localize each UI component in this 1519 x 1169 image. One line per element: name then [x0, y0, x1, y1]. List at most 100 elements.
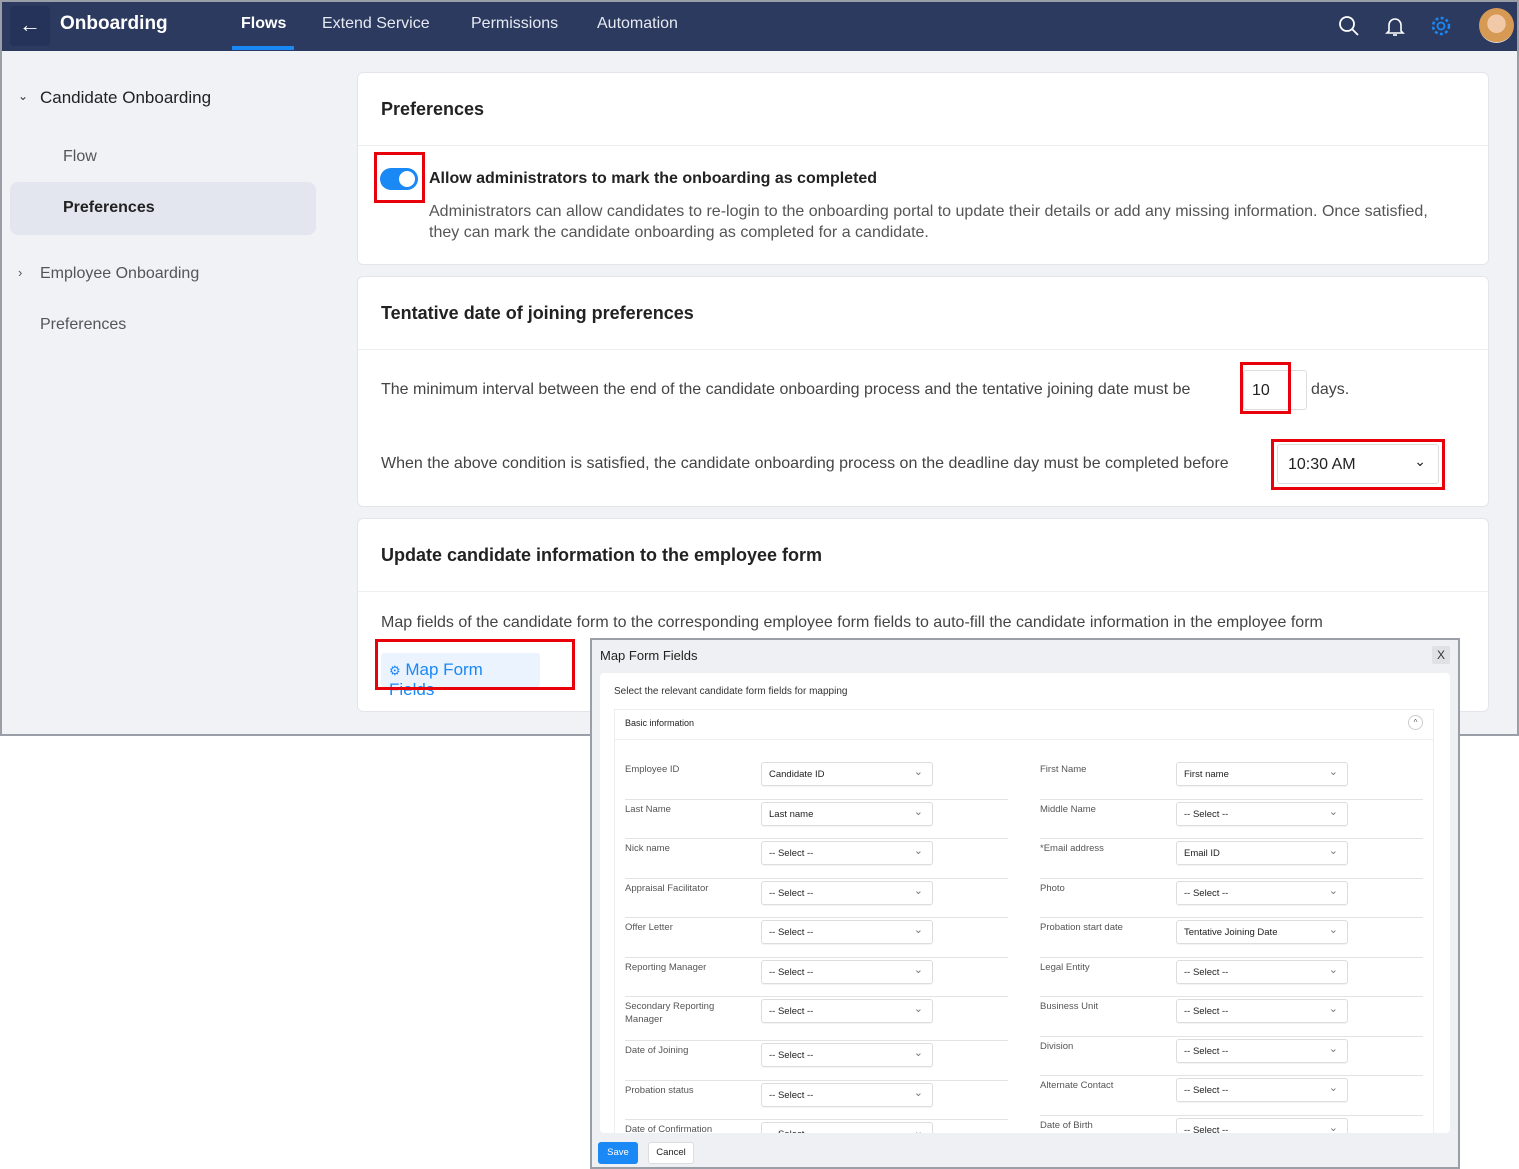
field-row: Date of Birth -- Select --	[1040, 1116, 1423, 1133]
modal-description: Select the relevant candidate form field…	[614, 686, 848, 697]
sidebar-item-flow[interactable]: Flow	[63, 148, 97, 166]
avatar[interactable]	[1479, 8, 1514, 43]
highlight-box	[374, 152, 425, 203]
field-select[interactable]: -- Select --	[761, 1122, 933, 1133]
close-icon[interactable]: X	[1432, 646, 1450, 664]
field-row: Date of Confirmation -- Select --	[625, 1120, 1008, 1133]
field-label: Reporting Manager	[625, 961, 707, 973]
field-row: Reporting Manager -- Select --	[625, 958, 1008, 997]
cancel-button[interactable]: Cancel	[648, 1142, 694, 1164]
active-tab-indicator	[232, 46, 294, 50]
field-row: Alternate Contact -- Select --	[1040, 1076, 1423, 1116]
sidebar-selected-bg	[10, 182, 316, 235]
field-label: Date of Joining	[625, 1045, 689, 1056]
field-label: Probation status	[625, 1084, 694, 1096]
chevron-up-icon[interactable]: ^	[1408, 715, 1423, 730]
field-select[interactable]: -- Select --	[1176, 959, 1348, 984]
tab-flows[interactable]: Flows	[241, 15, 286, 33]
gear-icon[interactable]	[1429, 14, 1453, 38]
field-select[interactable]: -- Select --	[761, 1043, 933, 1067]
field-label: Secondary Reporting Manager	[625, 1001, 715, 1025]
field-row: Legal Entity -- Select --	[1040, 958, 1423, 997]
field-select[interactable]: -- Select --	[1176, 1078, 1348, 1102]
map-form-fields-modal: Map Form Fields X Select the relevant ca…	[590, 638, 1460, 1169]
field-select[interactable]: Email ID	[1176, 841, 1348, 865]
field-row: First Name First name	[1040, 760, 1423, 800]
field-label: Middle Name	[1040, 803, 1096, 815]
field-select[interactable]: -- Select --	[1176, 801, 1348, 826]
sidebar-group-employee-onboarding[interactable]: Employee Onboarding	[40, 265, 199, 283]
days-label: days.	[1311, 381, 1350, 398]
field-label: First Name	[1040, 764, 1087, 775]
highlight-box	[1271, 439, 1445, 490]
field-label: Date of Confirmation	[625, 1124, 713, 1133]
field-select[interactable]: Candidate ID	[761, 762, 933, 786]
sidebar-group-candidate-onboarding[interactable]: Candidate Onboarding	[40, 88, 211, 108]
save-button[interactable]: Save	[598, 1142, 638, 1164]
field-label: Photo	[1040, 882, 1065, 894]
sidebar-item-preferences[interactable]: Preferences	[63, 199, 155, 217]
field-label: Division	[1040, 1040, 1074, 1052]
toggle-description: Administrators can allow candidates to r…	[429, 203, 1428, 241]
chevron-down-icon[interactable]: ⌄	[18, 89, 28, 103]
app-title: Onboarding	[60, 13, 168, 34]
field-select[interactable]: -- Select --	[761, 999, 933, 1023]
field-row: Date of Joining -- Select --	[625, 1041, 1008, 1081]
field-select[interactable]: -- Select --	[1176, 1038, 1348, 1063]
tab-extend-service[interactable]: Extend Service	[322, 15, 430, 33]
interval-text: The minimum interval between the end of …	[381, 381, 1191, 398]
field-label: Probation start date	[1040, 922, 1123, 933]
top-nav-bar: ← Onboarding Flows Extend Service Permis…	[2, 2, 1517, 51]
field-select[interactable]: Last name	[761, 801, 933, 826]
sidebar-item-employee-preferences[interactable]: Preferences	[40, 316, 126, 334]
field-row: Nick name -- Select --	[625, 839, 1008, 879]
field-row: Probation start date Tentative Joining Da…	[1040, 918, 1423, 958]
field-label: Alternate Contact	[1040, 1080, 1114, 1091]
field-label: *Email address	[1040, 843, 1104, 854]
field-row: Secondary Reporting Manager -- Select --	[625, 997, 1008, 1041]
left-field-column: Employee ID Candidate ID Last Name Last nam…	[625, 760, 1008, 1133]
field-select[interactable]: -- Select --	[1176, 880, 1348, 905]
field-select[interactable]: -- Select --	[1176, 1117, 1348, 1133]
highlight-box	[1240, 362, 1291, 414]
toggle-label: Allow administrators to mark the onboard…	[429, 170, 878, 187]
chevron-right-icon[interactable]: ›	[18, 265, 22, 280]
basic-information-section: Basic information ^ Employee ID Candidate…	[614, 709, 1434, 1133]
field-select[interactable]: -- Select --	[761, 841, 933, 865]
field-row: Probation status -- Select --	[625, 1081, 1008, 1120]
app-window: ← Onboarding Flows Extend Service Permis…	[0, 0, 1519, 736]
field-select[interactable]: -- Select --	[761, 880, 933, 905]
field-row: Employee ID Candidate ID	[625, 760, 1008, 800]
highlight-box	[375, 639, 575, 690]
field-label: Last Name	[625, 803, 671, 815]
field-row: Division -- Select --	[1040, 1037, 1423, 1076]
field-row: Business Unit -- Select --	[1040, 997, 1423, 1037]
field-label: Date of Birth	[1040, 1119, 1093, 1131]
right-field-column: First Name First name Middle Name -- Select…	[1040, 760, 1423, 1133]
card-title: Update candidate information to the empl…	[381, 545, 823, 565]
field-select[interactable]: -- Select --	[761, 920, 933, 944]
field-select[interactable]: -- Select --	[1176, 999, 1348, 1023]
search-icon[interactable]	[1337, 14, 1361, 38]
card-title: Tentative date of joining preferences	[381, 303, 694, 323]
card-title: Preferences	[381, 99, 485, 119]
field-select[interactable]: -- Select --	[761, 1082, 933, 1107]
field-row: Middle Name -- Select --	[1040, 800, 1423, 839]
tab-permissions[interactable]: Permissions	[471, 15, 558, 33]
back-arrow-icon[interactable]: ←	[10, 6, 50, 46]
update-description: Map fields of the candidate form to the …	[381, 614, 1323, 631]
field-row: Offer Letter -- Select --	[625, 918, 1008, 958]
tab-automation[interactable]: Automation	[597, 15, 678, 33]
field-select[interactable]: Tentative Joining Date	[1176, 920, 1348, 944]
field-select[interactable]: -- Select --	[761, 959, 933, 984]
field-row: *Email address Email ID	[1040, 839, 1423, 879]
field-row: Appraisal Facilitator -- Select --	[625, 879, 1008, 918]
field-row: Last Name Last name	[625, 800, 1008, 839]
bell-icon[interactable]	[1383, 14, 1407, 38]
field-select[interactable]: First name	[1176, 762, 1348, 786]
deadline-text: When the above condition is satisfied, t…	[381, 455, 1229, 472]
field-label: Offer Letter	[625, 922, 673, 933]
field-label: Employee ID	[625, 764, 680, 775]
section-title: Basic information	[625, 718, 695, 728]
modal-body: Select the relevant candidate form field…	[600, 673, 1450, 1133]
